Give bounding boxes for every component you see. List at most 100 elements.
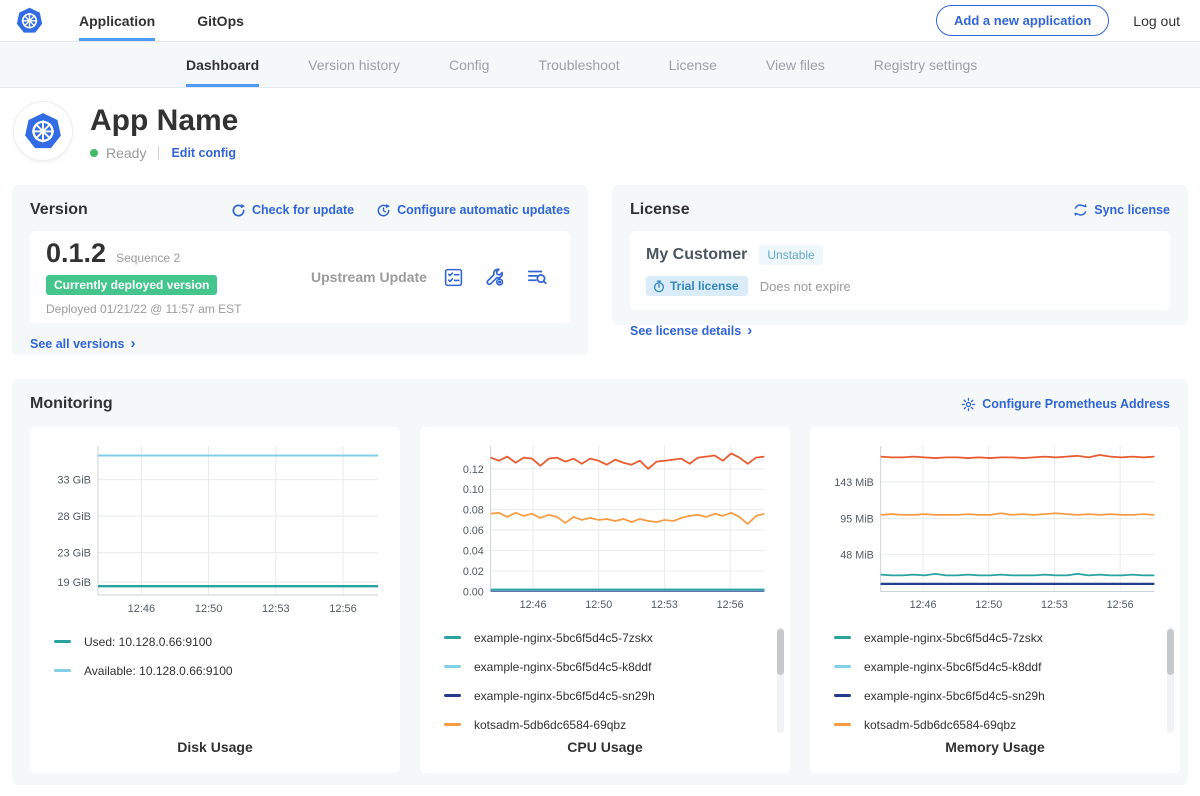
currently-deployed-badge: Currently deployed version [46,275,217,295]
legend-label: example-nginx-5bc6f5d4c5-sn29h [474,689,655,703]
sync-icon [1073,203,1088,217]
legend-item: kotsadm-5db6dc6584-69qbz [834,710,1164,739]
subnav-tab-registry-settings[interactable]: Registry settings [874,42,977,87]
svg-text:0.08: 0.08 [463,505,484,517]
configure-prometheus-link[interactable]: Configure Prometheus Address [961,397,1170,412]
version-card: Version Check for update Configure autom… [12,185,588,355]
topnav-spacer [244,0,936,41]
legend-label: Available: 10.128.0.66:9100 [84,664,233,678]
svg-text:12:46: 12:46 [520,599,547,611]
app-avatar-kubernetes-icon [14,102,72,160]
svg-text:12:50: 12:50 [585,599,612,611]
legend-color-dash [54,669,71,672]
svg-text:28 GiB: 28 GiB [57,511,91,523]
disk-usage-legend: Used: 10.128.0.66:9100 Available: 10.128.… [44,617,386,739]
legend-label: kotsadm-5db6dc6584-69qbz [474,718,626,732]
legend-label: kotsadm-5db6dc6584-69qbz [864,718,1016,732]
legend-scrollbar-thumb[interactable] [777,629,784,675]
legend-color-dash [54,640,71,643]
memory-usage-plot: 48 MiB95 MiB143 MiB12:4612:5012:5312:56 [824,439,1166,613]
legend-item: Used: 10.128.0.66:9100 [54,627,384,656]
svg-text:12:53: 12:53 [1041,599,1068,611]
license-card-title: License [630,201,690,219]
subnav-tab-view-files[interactable]: View files [766,42,825,87]
legend-item: example-nginx-5bc6f5d4c5-sn29h [834,681,1164,710]
svg-text:48 MiB: 48 MiB [840,550,873,562]
legend-label: example-nginx-5bc6f5d4c5-k8ddf [474,660,651,674]
svg-text:12:46: 12:46 [128,603,156,615]
topnav-tab-application[interactable]: Application [79,0,155,41]
deployed-timestamp: Deployed 01/21/22 @ 11:57 am EST [46,302,311,316]
view-diff-logs-icon[interactable] [526,266,548,288]
sync-license-link[interactable]: Sync license [1073,203,1170,217]
logout-button[interactable]: Log out [1133,13,1180,29]
legend-label: example-nginx-5bc6f5d4c5-7zskx [864,631,1043,645]
svg-text:19 GiB: 19 GiB [57,577,91,589]
subnav-tab-version-history[interactable]: Version history [308,42,400,87]
memory-usage-chart-card: 48 MiB95 MiB143 MiB12:4612:5012:5312:56e… [810,427,1180,773]
legend-color-dash [834,723,851,726]
svg-text:12:56: 12:56 [329,603,357,615]
config-wrench-icon[interactable] [484,266,506,288]
legend-color-dash [444,665,461,668]
legend-label: Used: 10.128.0.66:9100 [84,635,212,649]
trial-license-badge: Trial license [646,276,748,296]
legend-item: example-nginx-5bc6f5d4c5-sn29h [444,681,774,710]
configure-automatic-updates-link[interactable]: Configure automatic updates [376,203,570,218]
cpu-usage-chart-title: CPU Usage [434,739,776,759]
gear-icon [961,397,976,412]
legend-scrollbar-thumb[interactable] [1167,629,1174,675]
legend-item: Available: 10.128.0.66:9100 [54,656,384,685]
svg-text:0.04: 0.04 [463,546,484,558]
memory-usage-legend: example-nginx-5bc6f5d4c5-7zskx example-ng… [824,613,1166,739]
legend-color-dash [834,636,851,639]
version-number: 0.1.2 [46,238,106,269]
version-sequence: Sequence 2 [116,251,180,265]
svg-text:12:56: 12:56 [1107,599,1134,611]
check-for-update-link[interactable]: Check for update [231,203,354,218]
topnav-tab-gitops[interactable]: GitOps [197,0,244,41]
preflight-checks-icon[interactable] [443,267,464,288]
legend-label: example-nginx-5bc6f5d4c5-k8ddf [864,660,1041,674]
svg-text:12:53: 12:53 [262,603,290,615]
edit-config-link[interactable]: Edit config [171,146,236,160]
svg-text:95 MiB: 95 MiB [840,514,873,526]
cpu-usage-chart-card: 0.000.020.040.060.080.100.1212:4612:5012… [420,427,790,773]
legend-label: example-nginx-5bc6f5d4c5-7zskx [474,631,653,645]
legend-scrollbar-track[interactable] [777,627,784,733]
channel-badge: Unstable [759,245,822,265]
legend-item: example-nginx-5bc6f5d4c5-7zskx [444,623,774,652]
svg-text:0.00: 0.00 [463,586,484,598]
legend-color-dash [834,694,851,697]
page-title: App Name [90,104,238,137]
cpu-usage-plot: 0.000.020.040.060.080.100.1212:4612:5012… [434,439,776,613]
svg-text:23 GiB: 23 GiB [57,548,91,560]
svg-text:0.10: 0.10 [463,484,484,496]
subnav-tab-config[interactable]: Config [449,42,489,87]
svg-text:33 GiB: 33 GiB [57,475,91,487]
svg-text:0.02: 0.02 [463,566,484,578]
disk-usage-chart-title: Disk Usage [44,739,386,759]
version-source: Upstream Update [311,269,443,285]
app-subnav: Dashboard Version history Config Troublesho… [0,42,1200,88]
subnav-tab-troubleshoot[interactable]: Troubleshoot [538,42,619,87]
legend-color-dash [444,636,461,639]
disk-usage-plot: 19 GiB23 GiB28 GiB33 GiB12:4612:5012:531… [44,439,386,617]
legend-scrollbar-track[interactable] [1167,627,1174,733]
legend-color-dash [444,723,461,726]
top-navbar: ApplicationGitOps Add a new application … [0,0,1200,42]
svg-text:143 MiB: 143 MiB [834,477,873,489]
legend-color-dash [834,665,851,668]
monitoring-section: Monitoring Configure Prometheus Address … [12,379,1188,785]
svg-text:12:53: 12:53 [651,599,678,611]
subnav-tab-license[interactable]: License [669,42,717,87]
see-license-details-link[interactable]: See license details› [630,324,752,338]
subnav-tab-dashboard[interactable]: Dashboard [186,42,259,87]
add-new-application-button[interactable]: Add a new application [936,5,1109,36]
topnav-tabs: Application GitOps [79,0,244,41]
kubernetes-logo-icon [16,0,43,41]
version-card-title: Version [30,201,88,219]
monitoring-title: Monitoring [30,395,113,413]
license-card: License Sync license My Customer Unstabl… [612,185,1188,325]
see-all-versions-link[interactable]: See all versions› [30,337,136,351]
